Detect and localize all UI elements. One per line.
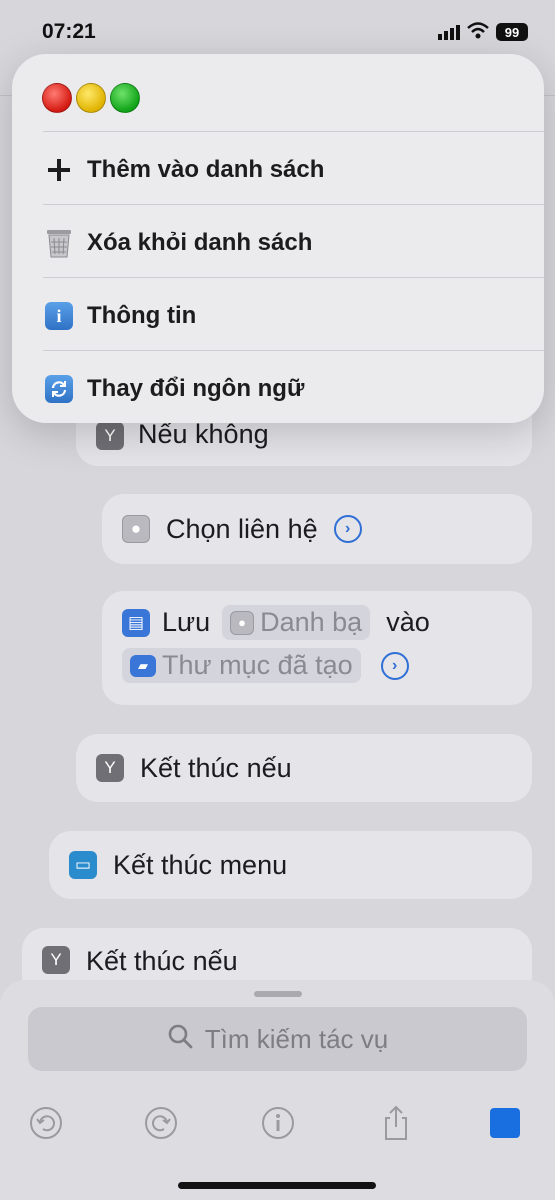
contacts-variable-chip[interactable]: ● Danh bạ bbox=[222, 605, 371, 640]
folder-variable-label: Thư mục đã tạo bbox=[162, 650, 353, 680]
undo-icon[interactable] bbox=[28, 1105, 64, 1141]
home-indicator bbox=[178, 1182, 376, 1189]
contacts-icon: ● bbox=[122, 515, 150, 543]
battery-icon: 99 bbox=[496, 23, 528, 41]
end-if-block[interactable]: Y Kết thúc nếu bbox=[76, 734, 532, 802]
maximize-button[interactable] bbox=[110, 83, 140, 113]
wifi-icon bbox=[467, 22, 489, 45]
end-menu-label: Kết thúc menu bbox=[113, 849, 288, 880]
menu-icon: ▭ bbox=[69, 851, 97, 879]
branch-icon: Y bbox=[96, 754, 124, 782]
search-icon bbox=[167, 1023, 193, 1056]
cellular-signal-icon bbox=[438, 24, 462, 45]
info-icon: i bbox=[43, 300, 75, 332]
menu-item-label: Xóa khỏi danh sách bbox=[87, 229, 313, 256]
choose-contact-block[interactable]: ● Chọn liên hệ › bbox=[102, 494, 532, 564]
sheet-grabber[interactable] bbox=[254, 991, 302, 997]
contacts-icon: ● bbox=[230, 610, 255, 635]
otherwise-label: Nếu không bbox=[138, 419, 269, 449]
menu-item-label: Thông tin bbox=[87, 302, 197, 329]
folder-variable-chip[interactable]: ▰ Thư mục đã tạo bbox=[122, 648, 361, 683]
menu-item-remove-from-list[interactable]: Xóa khỏi danh sách bbox=[43, 207, 544, 279]
status-bar: 07:21 99 bbox=[0, 18, 555, 48]
save-file-block[interactable]: ▤ Lưu ● Danh bạ vào ▰ Thư mục đã tạo › bbox=[102, 591, 532, 705]
menu-item-add-to-list[interactable]: Thêm vào danh sách bbox=[43, 134, 544, 206]
menu-item-info[interactable]: i Thông tin bbox=[43, 280, 544, 352]
end-menu-block[interactable]: ▭ Kết thúc menu bbox=[49, 831, 532, 899]
close-button[interactable] bbox=[42, 83, 72, 113]
expand-chevron-icon[interactable]: › bbox=[380, 651, 409, 680]
share-icon[interactable] bbox=[378, 1105, 414, 1141]
end-if-label: Kết thúc nếu bbox=[140, 752, 292, 783]
context-menu: Thêm vào danh sách Xóa khỏi danh sách i … bbox=[12, 54, 544, 423]
divider bbox=[43, 204, 544, 205]
trash-icon bbox=[43, 227, 75, 259]
divider bbox=[43, 350, 544, 351]
contacts-variable-label: Danh bạ bbox=[260, 607, 363, 637]
stop-button[interactable] bbox=[487, 1105, 523, 1141]
minimize-button[interactable] bbox=[76, 83, 106, 113]
menu-item-label: Thêm vào danh sách bbox=[87, 156, 325, 183]
end-if-label: Kết thúc nếu bbox=[86, 946, 238, 976]
window-controls bbox=[42, 83, 140, 113]
to-label: vào bbox=[386, 607, 430, 637]
info-icon[interactable] bbox=[260, 1105, 296, 1141]
save-file-icon: ▤ bbox=[122, 608, 150, 637]
branch-icon: Y bbox=[96, 422, 124, 450]
folder-icon: ▰ bbox=[130, 654, 156, 677]
divider bbox=[43, 131, 544, 132]
search-input[interactable]: Tìm kiếm tác vụ bbox=[28, 1007, 527, 1071]
save-label: Lưu bbox=[162, 607, 211, 637]
branch-icon: Y bbox=[42, 946, 70, 974]
divider bbox=[43, 277, 544, 278]
expand-chevron-icon[interactable]: › bbox=[333, 515, 362, 543]
refresh-icon bbox=[43, 373, 75, 405]
plus-icon bbox=[43, 154, 75, 186]
status-time: 07:21 bbox=[42, 20, 96, 43]
search-placeholder: Tìm kiếm tác vụ bbox=[204, 1023, 389, 1054]
redo-icon[interactable] bbox=[143, 1105, 179, 1141]
menu-item-change-language[interactable]: Thay đổi ngôn ngữ bbox=[43, 353, 544, 423]
choose-contact-label: Chọn liên hệ bbox=[166, 513, 318, 544]
menu-item-label: Thay đổi ngôn ngữ bbox=[87, 375, 305, 402]
